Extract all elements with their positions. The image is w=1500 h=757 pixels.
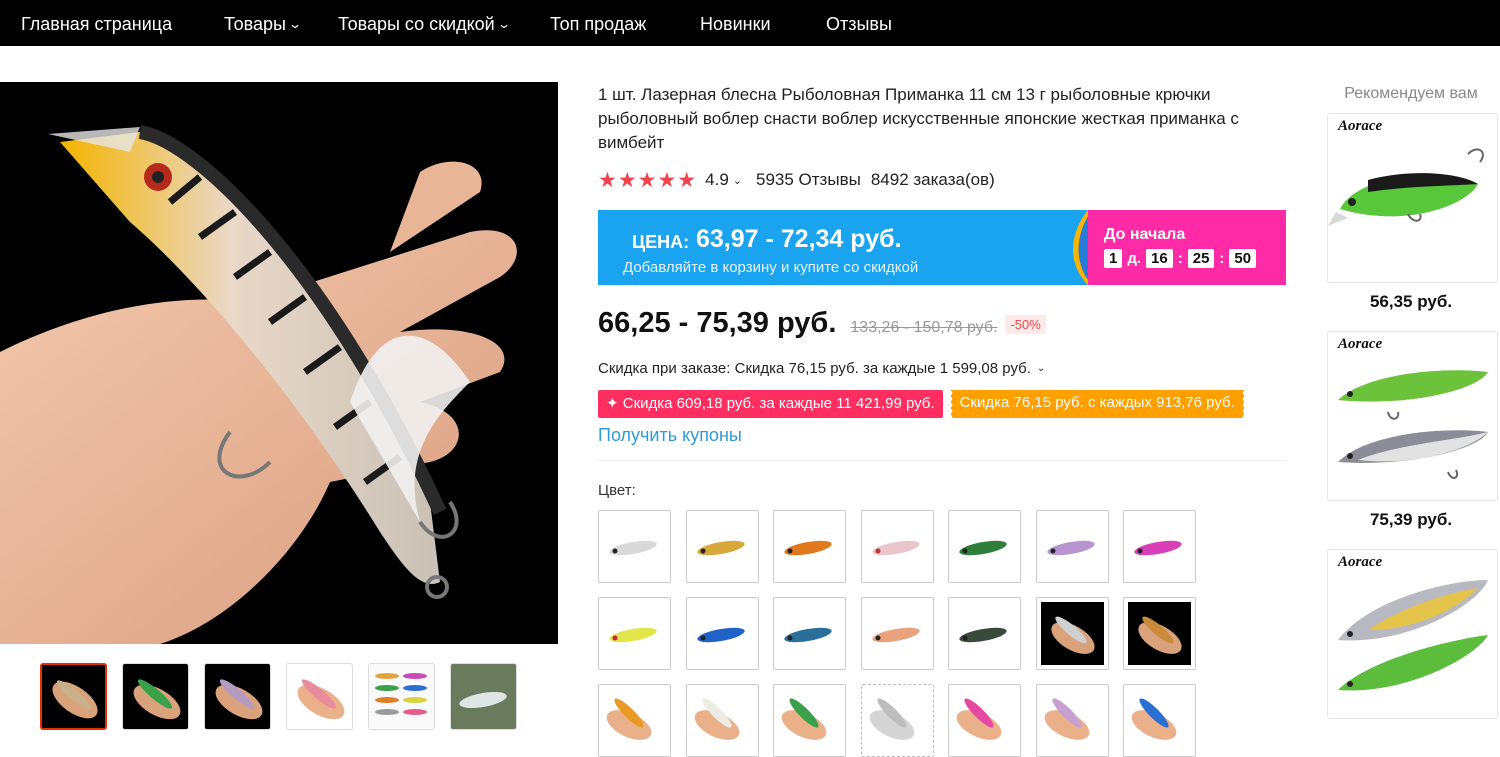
promo-subtitle: Добавляйте в корзину и купите со скидкой — [623, 259, 919, 276]
countdown-label: До начала — [1104, 226, 1186, 243]
nav-discounted-label: Товары со скидкой — [338, 13, 495, 34]
color-swatch-12[interactable] — [948, 597, 1021, 670]
recommendation-price-2: 75,39 руб. — [1369, 510, 1453, 529]
nav-products[interactable]: Товары ⌄ — [224, 0, 302, 46]
brand-logo: Aorace — [1338, 118, 1383, 134]
countdown-minutes: 25 — [1187, 249, 1215, 268]
thumbnail-2[interactable] — [122, 663, 189, 730]
promo-label: ЦЕНА: — [632, 232, 690, 252]
color-swatch-15[interactable] — [598, 684, 671, 757]
coupon-row: ✦ Скидка 609,18 руб. за каждые 11 421,99… — [598, 390, 1244, 418]
color-swatch-17[interactable] — [773, 684, 846, 757]
color-swatch-16[interactable] — [686, 684, 759, 757]
chevron-down-icon[interactable]: ⌄ — [733, 174, 742, 187]
star-rating-icon: ★★★★★ — [598, 168, 698, 192]
discount-badge: -50% — [1005, 315, 1046, 334]
rating-row: ★★★★★ 4.9 ⌄ 5935 Отзывы 8492 заказа(ов) — [598, 168, 995, 192]
reviews-count[interactable]: 5935 Отзывы — [756, 170, 861, 190]
orders-count: 8492 заказа(ов) — [870, 170, 995, 189]
recommendation-card-1[interactable]: Aorace — [1327, 113, 1498, 283]
nav-home[interactable]: Главная страница — [21, 0, 172, 46]
color-swatch-13[interactable] — [1036, 597, 1109, 670]
nav-new-label: Новинки — [700, 13, 771, 34]
color-swatch-4[interactable] — [861, 510, 934, 583]
color-swatch-7[interactable] — [1123, 510, 1196, 583]
coupon-store[interactable]: ✦ Скидка 609,18 руб. за каждые 11 421,99… — [598, 390, 943, 418]
nav-products-label: Товары — [224, 13, 286, 34]
thumbnail-3[interactable] — [204, 663, 271, 730]
color-swatch-20[interactable] — [1036, 684, 1109, 757]
color-swatch-19[interactable] — [948, 684, 1021, 757]
chevron-down-icon: ⌄ — [496, 17, 511, 31]
recommendation-card-3[interactable]: Aorace — [1327, 549, 1498, 719]
brand-logo: Aorace — [1338, 554, 1383, 570]
old-price: 133,26 - 150,78 руб. — [850, 319, 998, 336]
lure-image — [1328, 148, 1484, 226]
order-discount-text: Скидка при заказе: Скидка 76,15 руб. за … — [598, 360, 1031, 377]
current-price: 66,25 - 75,39 руб. — [598, 307, 837, 339]
nav-reviews[interactable]: Отзывы — [826, 0, 892, 46]
countdown-timer: 1 д. 16 : 25 : 50 — [1104, 249, 1257, 268]
color-swatch-9[interactable] — [686, 597, 759, 670]
countdown-separator: : — [1177, 250, 1183, 267]
nav-new-arrivals[interactable]: Новинки — [700, 0, 771, 46]
lure-image — [1338, 370, 1488, 479]
get-coupons-link[interactable]: Получить купоны — [598, 425, 742, 446]
color-swatch-14[interactable] — [1123, 597, 1196, 670]
nav-top-sales[interactable]: Топ продаж — [550, 0, 646, 46]
color-swatch-21[interactable] — [1123, 684, 1196, 757]
price-row: 66,25 - 75,39 руб. 133,26 - 150,78 руб. … — [598, 307, 1046, 340]
recommendation-price-1: 56,35 руб. — [1369, 292, 1453, 311]
divider — [598, 460, 1286, 461]
color-swatch-8[interactable] — [598, 597, 671, 670]
color-label: Цвет: — [598, 482, 636, 499]
promo-price-banner: ЦЕНА: 63,97 - 72,34 руб. Добавляйте в ко… — [598, 210, 1286, 285]
thumbnail-6[interactable] — [450, 663, 517, 730]
color-swatch-3[interactable] — [773, 510, 846, 583]
recommendation-card-2[interactable]: Aorace — [1327, 331, 1498, 501]
order-discount-dropdown[interactable]: Скидка при заказе: Скидка 76,15 руб. за … — [598, 360, 1045, 377]
recommendations-title: Рекомендуем вам — [1344, 85, 1478, 102]
countdown-panel: До начала 1 д. 16 : 25 : 50 — [1088, 210, 1286, 285]
nav-home-label: Главная страница — [21, 13, 173, 34]
thumbnail-strip — [40, 663, 517, 730]
color-swatch-11[interactable] — [861, 597, 934, 670]
countdown-hours: 16 — [1146, 249, 1173, 268]
countdown-seconds: 50 — [1229, 249, 1257, 268]
promo-price: 63,97 - 72,34 руб. — [696, 225, 902, 253]
nav-top-sales-label: Топ продаж — [550, 13, 647, 34]
thumbnail-5[interactable] — [368, 663, 435, 730]
color-swatch-6[interactable] — [1036, 510, 1109, 583]
color-swatch-1[interactable] — [598, 510, 671, 583]
fishing-lure-in-hand-image — [0, 125, 517, 644]
top-navigation: Главная страница Товары ⌄ Товары со скидк… — [0, 0, 1500, 46]
color-swatch-2[interactable] — [686, 510, 759, 583]
countdown-separator: : — [1219, 250, 1225, 267]
nav-discounted-products[interactable]: Товары со скидкой ⌄ — [338, 0, 511, 46]
chevron-down-icon: ⌄ — [287, 17, 302, 31]
color-swatch-18[interactable] — [861, 684, 934, 757]
countdown-days: 1 — [1104, 249, 1123, 268]
color-swatch-5[interactable] — [948, 510, 1021, 583]
rating-value[interactable]: 4.9 — [705, 170, 729, 190]
countdown-days-unit: д. — [1127, 250, 1142, 267]
brand-logo: Aorace — [1338, 336, 1383, 352]
lure-image — [1338, 580, 1488, 691]
thumbnail-1[interactable] — [40, 663, 107, 730]
color-swatch-10[interactable] — [773, 597, 846, 670]
thumbnail-4[interactable] — [286, 663, 353, 730]
nav-reviews-label: Отзывы — [826, 13, 892, 34]
coupon-seller[interactable]: Скидка 76,15 руб. с каждых 913,76 руб. — [949, 390, 1244, 418]
main-product-image[interactable] — [0, 82, 558, 644]
product-title: 1 шт. Лазерная блесна Рыболовная Приманк… — [598, 85, 1239, 152]
chevron-down-icon: ⌄ — [1036, 363, 1046, 374]
